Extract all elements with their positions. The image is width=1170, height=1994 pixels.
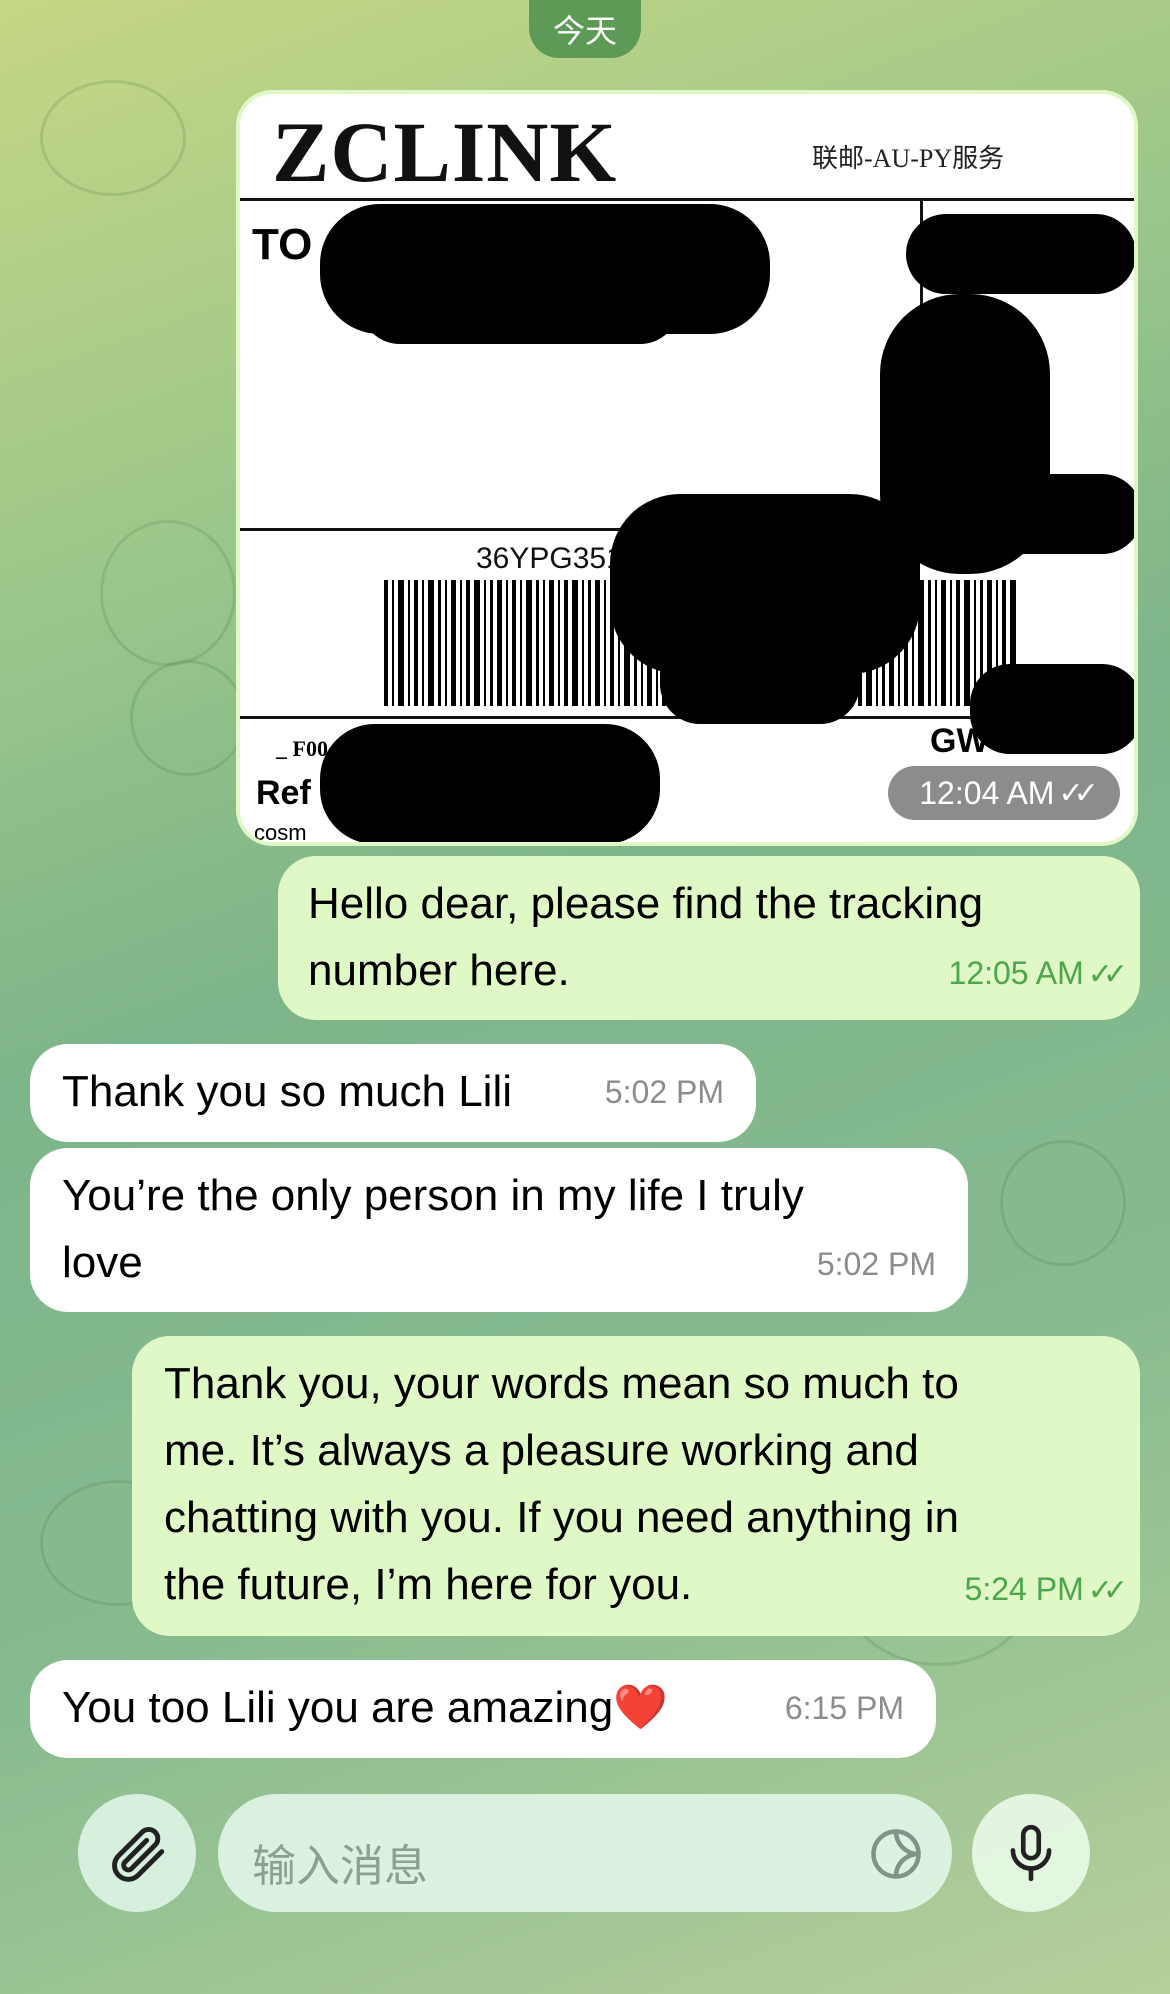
microphone-button[interactable] [972,1794,1090,1912]
message-time: 5:24 PM [964,1571,1084,1607]
message-text-line: me. It’s always a pleasure working and [164,1426,919,1475]
background-doodle [100,520,236,666]
image-message[interactable]: ZCLINK 联邮-AU-PY服务 TO 36YPG351 _ F00 Ref … [236,90,1138,846]
background-doodle [1000,1140,1126,1266]
image-timestamp: 12:04 AM ✓✓ [888,766,1120,820]
label-f00: _ F00 [276,736,328,761]
redaction-mark [660,634,860,724]
message-time: 12:04 AM [919,774,1055,811]
redaction-mark [940,474,1134,554]
message-input-placeholder: 输入消息 [252,1842,428,1891]
message-text-line: Thank you, your words mean so much to [164,1359,959,1408]
label-logo: ZCLINK [272,104,618,200]
label-cosm: cosm [254,820,307,842]
redaction-mark [320,724,660,842]
date-separator: 今天 [529,0,641,58]
attach-button[interactable] [78,1794,196,1912]
read-check-icon: ✓✓ [1058,776,1098,810]
label-ref: Ref [256,774,311,812]
outgoing-message[interactable]: Thank you, your words mean so much to me… [132,1336,1140,1636]
read-check-icon: ✓✓ [1087,958,1128,991]
label-divider [240,198,1134,201]
label-to: TO [252,220,313,269]
message-time-group: 5:24 PM ✓✓ [964,1556,1129,1624]
redaction-mark [906,214,1134,294]
heart-emoji: ❤️ [613,1683,668,1732]
read-check-icon: ✓✓ [1087,1574,1128,1607]
incoming-message[interactable]: You too Lili you are amazing❤️ 6:15 PM [30,1660,936,1758]
paperclip-icon [112,1826,165,1882]
message-time-group: 12:05 AM ✓✓ [948,940,1129,1008]
sticker-icon[interactable] [866,1824,926,1884]
message-time: 5:02 PM [604,1074,724,1110]
redaction-mark [970,664,1134,754]
message-text-line: You’re the only person in my life I trul… [62,1171,804,1220]
incoming-message[interactable]: You’re the only person in my life I trul… [30,1148,968,1312]
microphone-icon [1010,1824,1052,1882]
shipping-label-image[interactable]: ZCLINK 联邮-AU-PY服务 TO 36YPG351 _ F00 Ref … [240,94,1134,842]
incoming-message[interactable]: Thank you so much Lili 5:02 PM [30,1044,756,1142]
background-doodle [40,80,186,196]
message-time: 5:02 PM [816,1246,936,1282]
message-time: 12:05 AM [948,955,1084,991]
label-tracking-number: 36YPG351 [476,542,623,575]
message-text-line: chatting with you. If you need anything … [164,1493,959,1542]
label-service: 联邮-AU-PY服务 [812,144,1005,173]
redaction-mark [360,244,680,344]
message-text-line: Hello dear, please find the tracking [308,879,984,928]
message-time: 6:15 PM [784,1690,904,1726]
outgoing-message[interactable]: Hello dear, please find the tracking num… [278,856,1140,1020]
background-doodle [130,660,246,776]
message-input[interactable]: 输入消息 [218,1794,952,1912]
message-text: You too Lili you are amazing [62,1683,614,1732]
